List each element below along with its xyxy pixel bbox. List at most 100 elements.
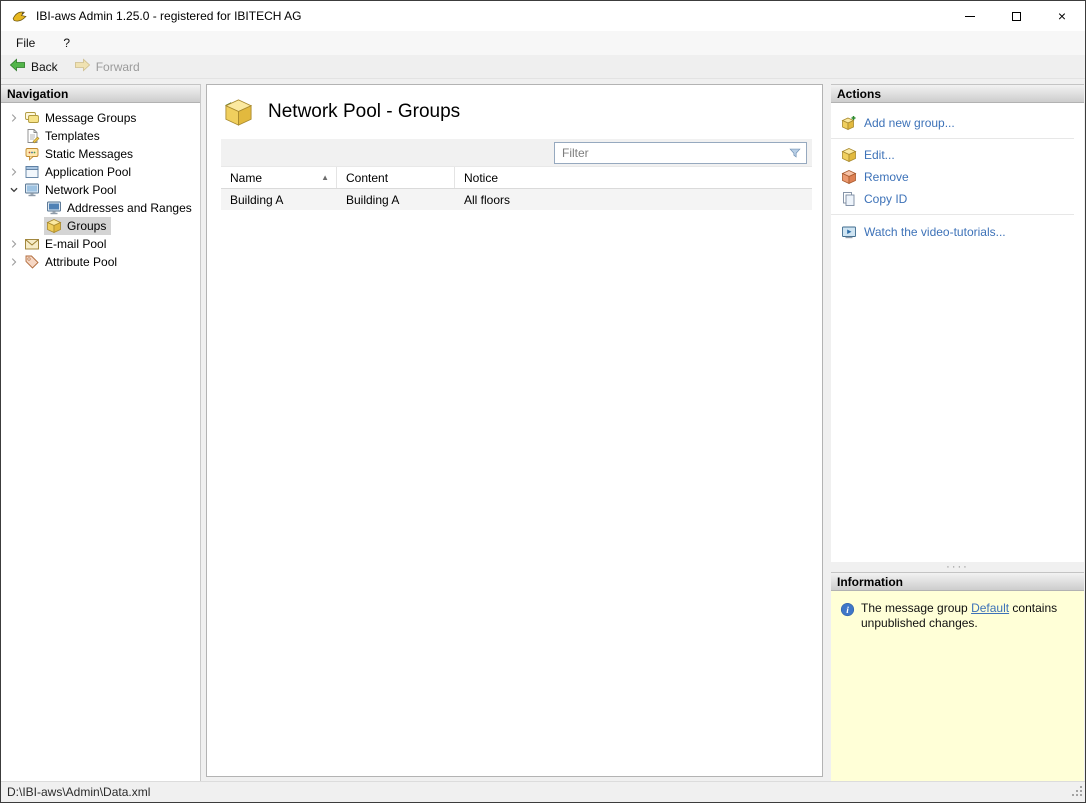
titlebar: IBI-aws Admin 1.25.0 - registered for IB…: [1, 1, 1085, 31]
menu-help[interactable]: ?: [56, 34, 77, 52]
action-link[interactable]: Remove: [864, 170, 909, 184]
table-empty-area: [221, 210, 812, 776]
info-text-before: The message group: [861, 601, 972, 615]
action-link[interactable]: Add new group...: [864, 116, 955, 130]
sidebar-item-templates[interactable]: Templates: [1, 127, 200, 145]
action-add-new-group[interactable]: Add new group...: [831, 112, 1084, 134]
information-header: Information: [831, 572, 1084, 591]
message-groups-icon: [24, 110, 40, 126]
navigation-header: Navigation: [1, 84, 200, 103]
filter-funnel-icon[interactable]: [784, 146, 806, 160]
sidebar-item-email-pool[interactable]: E-mail Pool: [1, 235, 200, 253]
navigation-tree: Message Groups Templates Static Messages: [1, 103, 200, 781]
sidebar-item-message-groups[interactable]: Message Groups: [1, 109, 200, 127]
forward-arrow-icon: [74, 58, 91, 75]
application-pool-icon: [24, 164, 40, 180]
tree-label: Network Pool: [45, 183, 117, 197]
menu-file[interactable]: File: [9, 34, 42, 52]
column-header-name[interactable]: Name ▲: [221, 167, 337, 188]
back-button[interactable]: Back: [9, 58, 58, 75]
edit-group-icon: [841, 147, 857, 163]
page-header: Network Pool - Groups: [207, 85, 822, 139]
maximize-button[interactable]: [993, 1, 1039, 31]
network-pool-icon: [24, 182, 40, 198]
app-logo-icon: [11, 8, 28, 25]
column-header-content[interactable]: Content: [337, 167, 455, 188]
chevron-right-icon[interactable]: [6, 110, 22, 126]
action-copy-id[interactable]: Copy ID: [831, 188, 1084, 210]
splitter-dots-icon: ····: [946, 560, 969, 573]
panel-splitter[interactable]: ····: [831, 560, 1084, 573]
tree-label: Groups: [67, 219, 107, 233]
action-edit[interactable]: Edit...: [831, 144, 1084, 166]
sidebar-item-network-pool[interactable]: Network Pool: [1, 181, 200, 199]
forward-button[interactable]: Forward: [74, 58, 140, 75]
main-area: Navigation Message Groups Templates Stat…: [1, 79, 1085, 781]
tree-row: Network Pool: [22, 181, 121, 199]
minimize-button[interactable]: [947, 1, 993, 31]
tree-label: Templates: [45, 129, 100, 143]
svg-text:i: i: [846, 606, 849, 616]
templates-icon: [24, 128, 40, 144]
tree-row: Message Groups: [22, 109, 141, 127]
sidebar-item-addresses-and-ranges[interactable]: Addresses and Ranges: [1, 199, 200, 217]
statusbar: D:\IBI-aws\Admin\Data.xml: [1, 781, 1085, 802]
info-icon: i: [840, 602, 855, 620]
remove-group-icon: [841, 169, 857, 185]
action-link[interactable]: Edit...: [864, 148, 895, 162]
tree-row: Addresses and Ranges: [44, 199, 197, 217]
tree-label: Addresses and Ranges: [67, 201, 192, 215]
network-group-icon: [223, 97, 254, 128]
action-link[interactable]: Watch the video-tutorials...: [864, 225, 1006, 239]
sidebar-item-groups[interactable]: Groups: [1, 217, 200, 235]
back-arrow-icon: [9, 58, 26, 75]
sidebar-item-application-pool[interactable]: Application Pool: [1, 163, 200, 181]
action-remove[interactable]: Remove: [831, 166, 1084, 188]
separator: [831, 214, 1074, 215]
app-window: IBI-aws Admin 1.25.0 - registered for IB…: [0, 0, 1086, 803]
window-controls: ×: [947, 1, 1085, 31]
sidebar-item-attribute-pool[interactable]: Attribute Pool: [1, 253, 200, 271]
forward-label: Forward: [95, 59, 140, 74]
email-pool-icon: [24, 236, 40, 252]
chevron-right-icon[interactable]: [6, 236, 22, 252]
action-watch-video-tutorials[interactable]: Watch the video-tutorials...: [831, 221, 1084, 243]
actions-header: Actions: [831, 84, 1084, 103]
status-file-path: D:\IBI-aws\Admin\Data.xml: [7, 785, 151, 799]
sort-ascending-icon: ▲: [321, 173, 329, 182]
default-group-link[interactable]: Default: [971, 601, 1009, 615]
tree-row: E-mail Pool: [22, 235, 111, 253]
filter-input[interactable]: [555, 142, 784, 163]
tree-label: E-mail Pool: [45, 237, 107, 251]
table-area: Name ▲ Content Notice Building A Buildin…: [221, 139, 812, 776]
separator: [831, 138, 1074, 139]
resize-grip-icon[interactable]: [1070, 784, 1083, 800]
table-row[interactable]: Building A Building A All floors: [221, 189, 812, 210]
column-header-notice[interactable]: Notice: [455, 167, 812, 188]
back-label: Back: [31, 59, 58, 74]
content-panel: Network Pool - Groups Name ▲: [206, 84, 823, 777]
close-icon: ×: [1057, 8, 1067, 24]
menubar: File ?: [1, 31, 1085, 55]
tree-label: Application Pool: [45, 165, 132, 179]
chevron-right-icon[interactable]: [6, 164, 22, 180]
tree-row: Static Messages: [22, 145, 138, 163]
page-title: Network Pool - Groups: [268, 101, 461, 122]
filter-bar: [221, 139, 812, 166]
chevron-right-icon[interactable]: [6, 254, 22, 270]
static-messages-icon: [24, 146, 40, 162]
maximize-icon: [1011, 11, 1021, 21]
minimize-icon: [965, 15, 975, 17]
cell-name: Building A: [230, 192, 284, 207]
chevron-down-icon[interactable]: [6, 182, 22, 198]
sidebar-item-static-messages[interactable]: Static Messages: [1, 145, 200, 163]
close-button[interactable]: ×: [1039, 1, 1085, 31]
actions-panel: Actions Add new group... Edit... Remove: [831, 84, 1084, 781]
toolbar: Back Forward: [1, 55, 1085, 79]
tree-row: Groups: [44, 217, 112, 235]
copy-icon: [841, 191, 857, 207]
table-header: Name ▲ Content Notice: [221, 166, 812, 189]
column-label: Notice: [464, 170, 499, 185]
action-link[interactable]: Copy ID: [864, 192, 907, 206]
